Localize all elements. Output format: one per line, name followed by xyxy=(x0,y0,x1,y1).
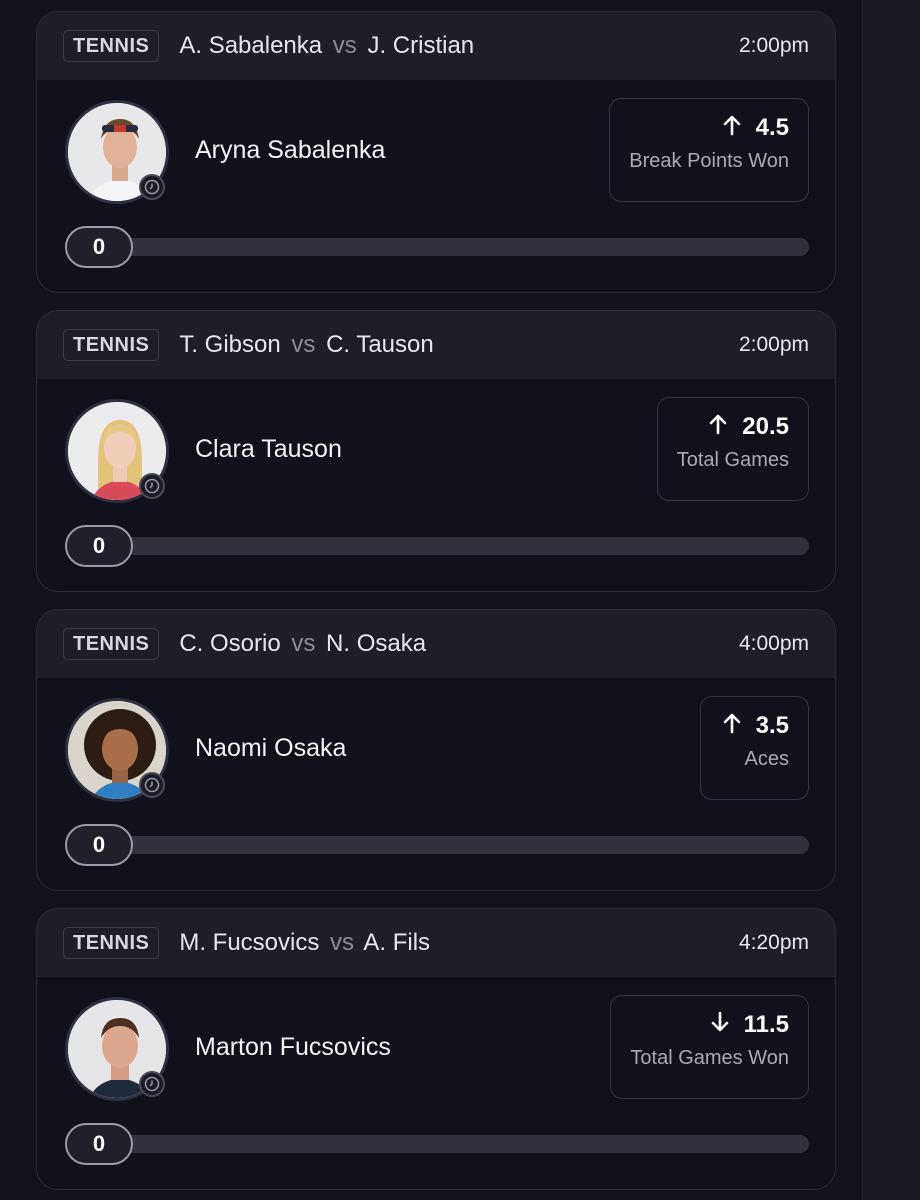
player-name: Marton Fucsovics xyxy=(195,1033,391,1061)
matchup-player-2: N. Osaka xyxy=(326,630,427,657)
stat-line: 3.5 xyxy=(755,711,789,739)
right-rail xyxy=(862,0,920,1200)
vs-label: vs xyxy=(291,630,316,657)
clock-icon xyxy=(139,1071,165,1097)
arrow-up-icon xyxy=(720,113,744,142)
stat-label: Break Points Won xyxy=(629,150,789,172)
vs-label: vs xyxy=(330,929,355,956)
player-name: Naomi Osaka xyxy=(195,734,347,762)
vs-label: vs xyxy=(291,331,316,358)
clock-icon xyxy=(139,772,165,798)
vs-label: vs xyxy=(332,32,357,59)
player-name: Clara Tauson xyxy=(195,435,342,463)
pick-card[interactable]: TENNIS A. Sabalenka vs J. Cristian 2:00p… xyxy=(36,11,836,293)
progress-track xyxy=(97,537,809,555)
card-header: TENNIS A. Sabalenka vs J. Cristian 2:00p… xyxy=(37,12,835,80)
matchup-player-1: T. Gibson xyxy=(179,331,281,358)
match-time: 2:00pm xyxy=(738,34,809,57)
progress-count: 0 xyxy=(65,226,133,268)
sport-badge: TENNIS xyxy=(63,927,160,959)
stat-line: 4.5 xyxy=(755,113,789,141)
arrow-down-icon xyxy=(708,1010,732,1039)
matchup-player-2: J. Cristian xyxy=(367,32,475,59)
card-header: TENNIS M. Fucsovics vs A. Fils 4:20pm xyxy=(37,909,835,977)
stat-box[interactable]: 11.5 Total Games Won xyxy=(610,995,809,1099)
sport-badge: TENNIS xyxy=(63,329,160,361)
player-name: Aryna Sabalenka xyxy=(195,136,386,164)
pick-card[interactable]: TENNIS M. Fucsovics vs A. Fils 4:20pm Ma… xyxy=(36,908,836,1190)
pick-card[interactable]: TENNIS C. Osorio vs N. Osaka 4:00pm Naom… xyxy=(36,609,836,891)
matchup-player-2: A. Fils xyxy=(363,929,431,956)
stat-box[interactable]: 20.5 Total Games xyxy=(656,397,809,501)
clock-icon xyxy=(139,174,165,200)
matchup: T. Gibson vs C. Tauson xyxy=(179,331,433,359)
stat-box[interactable]: 3.5 Aces xyxy=(699,696,809,800)
pick-card[interactable]: TENNIS T. Gibson vs C. Tauson 2:00pm Cla… xyxy=(36,310,836,592)
stat-label: Total Games Won xyxy=(630,1047,789,1069)
matchup: C. Osorio vs N. Osaka xyxy=(179,630,426,658)
match-time: 2:00pm xyxy=(738,333,809,356)
matchup: A. Sabalenka vs J. Cristian xyxy=(179,32,474,60)
avatar xyxy=(65,100,169,204)
progress-track xyxy=(97,1135,809,1153)
matchup: M. Fucsovics vs A. Fils xyxy=(179,929,430,957)
avatar xyxy=(65,698,169,802)
progress-count: 0 xyxy=(65,525,133,567)
stat-label: Aces xyxy=(744,748,789,770)
match-time: 4:20pm xyxy=(738,931,809,954)
arrow-up-icon xyxy=(706,412,730,441)
stat-label: Total Games xyxy=(676,449,789,471)
avatar xyxy=(65,399,169,503)
card-header: TENNIS T. Gibson vs C. Tauson 2:00pm xyxy=(37,311,835,379)
match-time: 4:00pm xyxy=(738,632,809,655)
sport-badge: TENNIS xyxy=(63,30,160,62)
stat-line: 20.5 xyxy=(742,412,789,440)
card-header: TENNIS C. Osorio vs N. Osaka 4:00pm xyxy=(37,610,835,678)
avatar xyxy=(65,997,169,1101)
stat-line: 11.5 xyxy=(743,1010,789,1038)
progress-count: 0 xyxy=(65,824,133,866)
clock-icon xyxy=(139,473,165,499)
matchup-player-1: A. Sabalenka xyxy=(179,32,323,59)
matchup-player-2: C. Tauson xyxy=(326,331,434,358)
stat-box[interactable]: 4.5 Break Points Won xyxy=(609,98,809,202)
matchup-player-1: M. Fucsovics xyxy=(179,929,320,956)
matchup-player-1: C. Osorio xyxy=(179,630,281,657)
arrow-up-icon xyxy=(720,711,744,740)
progress-count: 0 xyxy=(65,1123,133,1165)
progress-track xyxy=(97,238,809,256)
sport-badge: TENNIS xyxy=(63,628,160,660)
progress-track xyxy=(97,836,809,854)
